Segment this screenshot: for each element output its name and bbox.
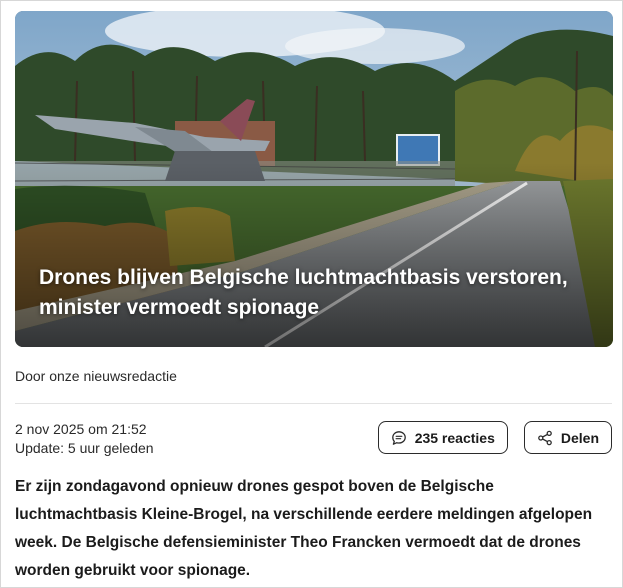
- share-button[interactable]: Delen: [523, 421, 612, 454]
- article-card: Drones blijven Belgische luchtmachtbasis…: [0, 0, 623, 588]
- comments-label: 235 reacties: [414, 429, 495, 446]
- article-actions: 235 reacties Delen: [377, 421, 612, 454]
- byline: Door onze nieuwsredactie: [15, 368, 177, 384]
- headline[interactable]: Drones blijven Belgische luchtmachtbasis…: [39, 263, 589, 323]
- hero-image[interactable]: Drones blijven Belgische luchtmachtbasis…: [15, 11, 613, 347]
- divider: [15, 403, 612, 404]
- comment-icon: [391, 430, 407, 446]
- published-date: 2 nov 2025 om 21:52: [15, 421, 147, 437]
- article-lead: Er zijn zondagavond opnieuw drones gespo…: [15, 478, 593, 579]
- share-label: Delen: [560, 429, 599, 446]
- comments-button[interactable]: 235 reacties: [377, 421, 508, 454]
- share-icon: [537, 430, 553, 446]
- updated-time: Update: 5 uur geleden: [15, 440, 154, 456]
- article-meta: 2 nov 2025 om 21:52 Update: 5 uur gelede…: [15, 420, 154, 458]
